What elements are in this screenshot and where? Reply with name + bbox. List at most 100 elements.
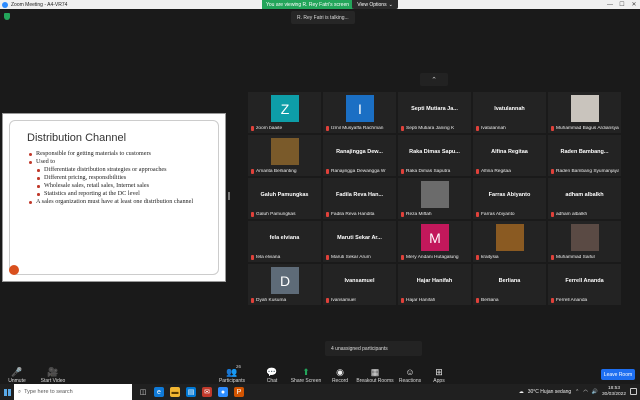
participant-name: Farras Abiyanto bbox=[481, 212, 515, 217]
share-screen-button[interactable]: ⬆ Share Screen bbox=[290, 364, 322, 384]
mail-icon[interactable]: ✉ bbox=[202, 387, 212, 397]
participant-display-name: Raden Bambang... bbox=[560, 149, 609, 155]
participant-tile[interactable]: Hajar Hanifah Hajar Hanifah bbox=[398, 264, 471, 305]
participant-name: Maruti Sekar Arum bbox=[331, 255, 371, 260]
slide-bullet: Responsible for getting materials to cus… bbox=[29, 150, 219, 158]
notification-center-icon[interactable] bbox=[630, 388, 637, 395]
start-button[interactable] bbox=[0, 384, 14, 400]
participant-name-bar: Muhammad Saiful bbox=[551, 255, 619, 260]
participant-tile[interactable]: I Izmil Musyaffa Rachman bbox=[323, 92, 396, 133]
participant-tile[interactable]: Ivatulannah Ivatulannah bbox=[473, 92, 546, 133]
participant-avatar bbox=[271, 138, 299, 165]
split-drag-handle[interactable] bbox=[228, 192, 230, 200]
participant-tile[interactable]: Ranajingga Dew... Ranajingga Dewangga W bbox=[323, 135, 396, 176]
participant-tile[interactable]: Amanta Berlianting bbox=[248, 135, 321, 176]
tray-chevron-icon[interactable]: ⌃ bbox=[575, 389, 579, 395]
security-shield-icon[interactable] bbox=[4, 13, 10, 20]
volume-icon[interactable]: 🔊 bbox=[592, 389, 598, 395]
participant-name: zoom baaite bbox=[256, 126, 283, 131]
view-options-button[interactable]: View Options ⌄ bbox=[352, 0, 398, 9]
participant-tile[interactable]: Ferrell Ananda Ferrell Ananda bbox=[548, 264, 621, 305]
participant-name-bar: Farras Abiyanto bbox=[476, 212, 544, 217]
participant-name: Muhammad Bagus Ardiansyah bbox=[556, 126, 619, 131]
participant-tile[interactable]: fela elviana fela elviana bbox=[248, 221, 321, 262]
participant-name-bar: Septi Mutiara Janing K bbox=[401, 126, 469, 131]
muted-mic-icon bbox=[401, 298, 404, 303]
participant-tile[interactable]: Berliana Berliana bbox=[473, 264, 546, 305]
participant-tile[interactable]: adham albalkh adham albalkh bbox=[548, 178, 621, 219]
close-button[interactable]: ✕ bbox=[628, 1, 640, 8]
record-button[interactable]: ◉ Record bbox=[329, 364, 351, 384]
unassigned-participants-notice[interactable]: 4 unassigned participants bbox=[325, 341, 422, 356]
participant-name: kraitysia bbox=[481, 255, 499, 260]
weather-text[interactable]: 30°C Hujan sedang bbox=[528, 389, 571, 395]
participant-tile[interactable]: Muhammad Saiful bbox=[548, 221, 621, 262]
network-icon[interactable]: ◠ bbox=[583, 389, 587, 395]
apps-button[interactable]: ⊞ Apps bbox=[430, 364, 448, 384]
participant-tile[interactable]: Fadila Reva Han... Fadila Reva Handita bbox=[323, 178, 396, 219]
participant-tile[interactable]: Reza Miftah bbox=[398, 178, 471, 219]
participant-name: Hajar Hanifah bbox=[406, 298, 436, 303]
chat-button[interactable]: 💬 Chat bbox=[263, 364, 281, 384]
participant-display-name: Ranajingga Dew... bbox=[336, 149, 383, 155]
store-icon[interactable]: ▤ bbox=[186, 387, 196, 397]
participant-name-bar: Maruti Sekar Arum bbox=[326, 255, 394, 260]
participant-name-bar: Izmil Musyaffa Rachman bbox=[326, 126, 394, 131]
participant-name: Muhammad Saiful bbox=[556, 255, 595, 260]
participant-display-name: Farras Abiyanto bbox=[488, 192, 531, 198]
minimize-button[interactable]: — bbox=[604, 2, 616, 8]
reactions-button[interactable]: ☺ Reactions bbox=[397, 364, 423, 384]
slide-bullets: Responsible for getting materials to cus… bbox=[29, 150, 219, 206]
unmute-button[interactable]: 🎤 Unmute bbox=[6, 364, 28, 384]
file-explorer-icon[interactable]: ▬ bbox=[170, 387, 180, 397]
participant-name-bar: adham albalkh bbox=[551, 212, 619, 217]
participants-button[interactable]: 26 👥 Participants bbox=[216, 364, 248, 384]
chevron-down-icon: ⌄ bbox=[388, 1, 393, 8]
powerpoint-icon[interactable]: P bbox=[234, 387, 244, 397]
participant-tile[interactable]: kraitysia bbox=[473, 221, 546, 262]
clock-date: 30/03/2022 bbox=[601, 392, 626, 397]
taskbar-search-box[interactable]: ⌕ Type here to search bbox=[14, 384, 132, 400]
participant-name: adham albalkh bbox=[556, 212, 588, 217]
participant-tile[interactable]: Maruti Sekar Ar... Maruti Sekar Arum bbox=[323, 221, 396, 262]
participant-tile[interactable]: Alfina Regitaa Alfina Regitaa bbox=[473, 135, 546, 176]
participant-tile[interactable]: Farras Abiyanto Farras Abiyanto bbox=[473, 178, 546, 219]
clock[interactable]: 18:53 30/03/2022 bbox=[602, 386, 626, 398]
participant-name: Amanta Berlianting bbox=[256, 169, 297, 174]
slide-logo-icon bbox=[9, 265, 19, 275]
muted-mic-icon bbox=[476, 298, 479, 303]
task-view-icon[interactable]: ◫ bbox=[138, 387, 148, 397]
participant-name-bar: Fadila Reva Handita bbox=[326, 212, 394, 217]
participant-name: Ivatulannah bbox=[481, 126, 506, 131]
participant-tile[interactable]: Zzoom baaite bbox=[248, 92, 321, 133]
video-off-icon: 🎥 bbox=[47, 367, 59, 377]
slide-bullet: Wholesale sales, retail sales, Internet … bbox=[37, 182, 219, 190]
leave-room-button[interactable]: Leave Room bbox=[601, 369, 635, 380]
collapse-gallery-button[interactable]: ⌃ bbox=[420, 73, 448, 86]
participant-tile[interactable]: M Mery Andani Hutagalung bbox=[398, 221, 471, 262]
participant-tile[interactable]: Septi Mutiara Ja... Septi Mutiara Janing … bbox=[398, 92, 471, 133]
participant-display-name: Fadila Reva Han... bbox=[335, 192, 384, 198]
participant-tile[interactable]: Galuh Pamungkas Galuh Pamungkas bbox=[248, 178, 321, 219]
maximize-button[interactable]: ☐ bbox=[616, 1, 628, 8]
participant-name-bar: Ranajingga Dewangga W bbox=[326, 169, 394, 174]
participant-tile[interactable]: Ivansamuel Ivansamuel bbox=[323, 264, 396, 305]
participant-tile[interactable]: Raka Dimas Sapu... Raka Dimas Saputra bbox=[398, 135, 471, 176]
participant-name-bar: Raka Dimas Saputra bbox=[401, 169, 469, 174]
participant-tile[interactable]: Muhammad Bagus Ardiansyah bbox=[548, 92, 621, 133]
participant-display-name: Maruti Sekar Ar... bbox=[337, 235, 382, 241]
edge-browser-icon[interactable]: e bbox=[154, 387, 164, 397]
participant-display-name: Septi Mutiara Ja... bbox=[411, 106, 458, 112]
breakout-rooms-icon: ▦ bbox=[370, 367, 380, 377]
participant-tile[interactable]: D Dyah Kusuma bbox=[248, 264, 321, 305]
slide-bullet: Statistics and reporting at the DC level bbox=[37, 190, 219, 198]
muted-mic-icon bbox=[551, 212, 554, 217]
muted-mic-icon bbox=[476, 126, 479, 131]
participant-display-name: Hajar Hanifah bbox=[416, 278, 453, 284]
participant-tile[interactable]: Raden Bambang... Raden Bambang Syumanjaya bbox=[548, 135, 621, 176]
start-video-button[interactable]: 🎥 Start Video bbox=[38, 364, 68, 384]
zoom-taskbar-icon[interactable]: ● bbox=[218, 387, 228, 397]
participant-name: Septi Mutiara Janing K bbox=[406, 126, 455, 131]
muted-mic-icon bbox=[251, 169, 254, 174]
breakout-rooms-button[interactable]: ▦ Breakout Rooms bbox=[356, 364, 394, 384]
